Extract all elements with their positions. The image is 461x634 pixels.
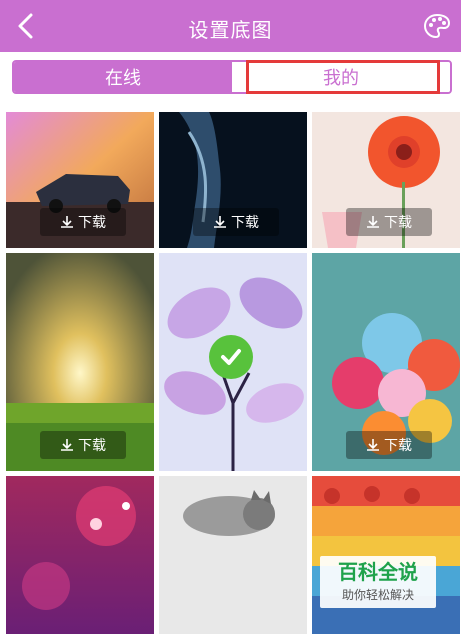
download-icon xyxy=(61,216,73,228)
watermark-title: 百科全说 xyxy=(338,560,418,584)
watermark: 百科全说 助你轻松解决 xyxy=(320,556,436,608)
download-label: 下载 xyxy=(384,438,412,454)
download-icon xyxy=(214,216,226,228)
selected-check-icon xyxy=(209,335,253,379)
tab-online[interactable]: 在线 xyxy=(14,62,232,92)
cat-image xyxy=(159,476,307,634)
monsters-image xyxy=(312,476,460,634)
wallpaper-tile[interactable]: 下载 xyxy=(312,112,460,248)
palette-icon[interactable] xyxy=(423,12,451,40)
download-icon xyxy=(61,439,73,451)
download-button[interactable]: 下载 xyxy=(346,208,432,236)
wallpaper-tile[interactable]: 下载 xyxy=(312,253,460,471)
download-label: 下载 xyxy=(78,438,106,454)
page-title: 设置底图 xyxy=(188,18,273,42)
bokeh-image xyxy=(6,476,154,634)
download-label: 下载 xyxy=(384,215,412,231)
segment-control: 在线 我的 xyxy=(12,60,452,94)
top-bar: 设置底图 xyxy=(0,0,461,52)
wallpaper-tile[interactable] xyxy=(6,476,154,634)
download-label: 下载 xyxy=(78,215,106,231)
wallpaper-tile[interactable]: 下载 xyxy=(159,112,307,248)
highlight-box xyxy=(246,60,440,94)
wallpaper-tile[interactable] xyxy=(159,476,307,634)
download-label: 下载 xyxy=(231,215,259,231)
watermark-subtitle: 助你轻松解决 xyxy=(341,588,414,602)
download-button[interactable]: 下载 xyxy=(40,431,126,459)
download-icon xyxy=(367,439,379,451)
download-icon xyxy=(367,216,379,228)
download-button[interactable]: 下载 xyxy=(40,208,126,236)
wallpaper-tile[interactable]: 下载 xyxy=(6,112,154,248)
download-button[interactable]: 下载 xyxy=(193,208,279,236)
wallpaper-tile[interactable] xyxy=(159,253,307,471)
download-button[interactable]: 下载 xyxy=(346,431,432,459)
wallpaper-tile[interactable]: 下载 xyxy=(6,253,154,471)
wallpaper-tile[interactable] xyxy=(312,476,460,634)
